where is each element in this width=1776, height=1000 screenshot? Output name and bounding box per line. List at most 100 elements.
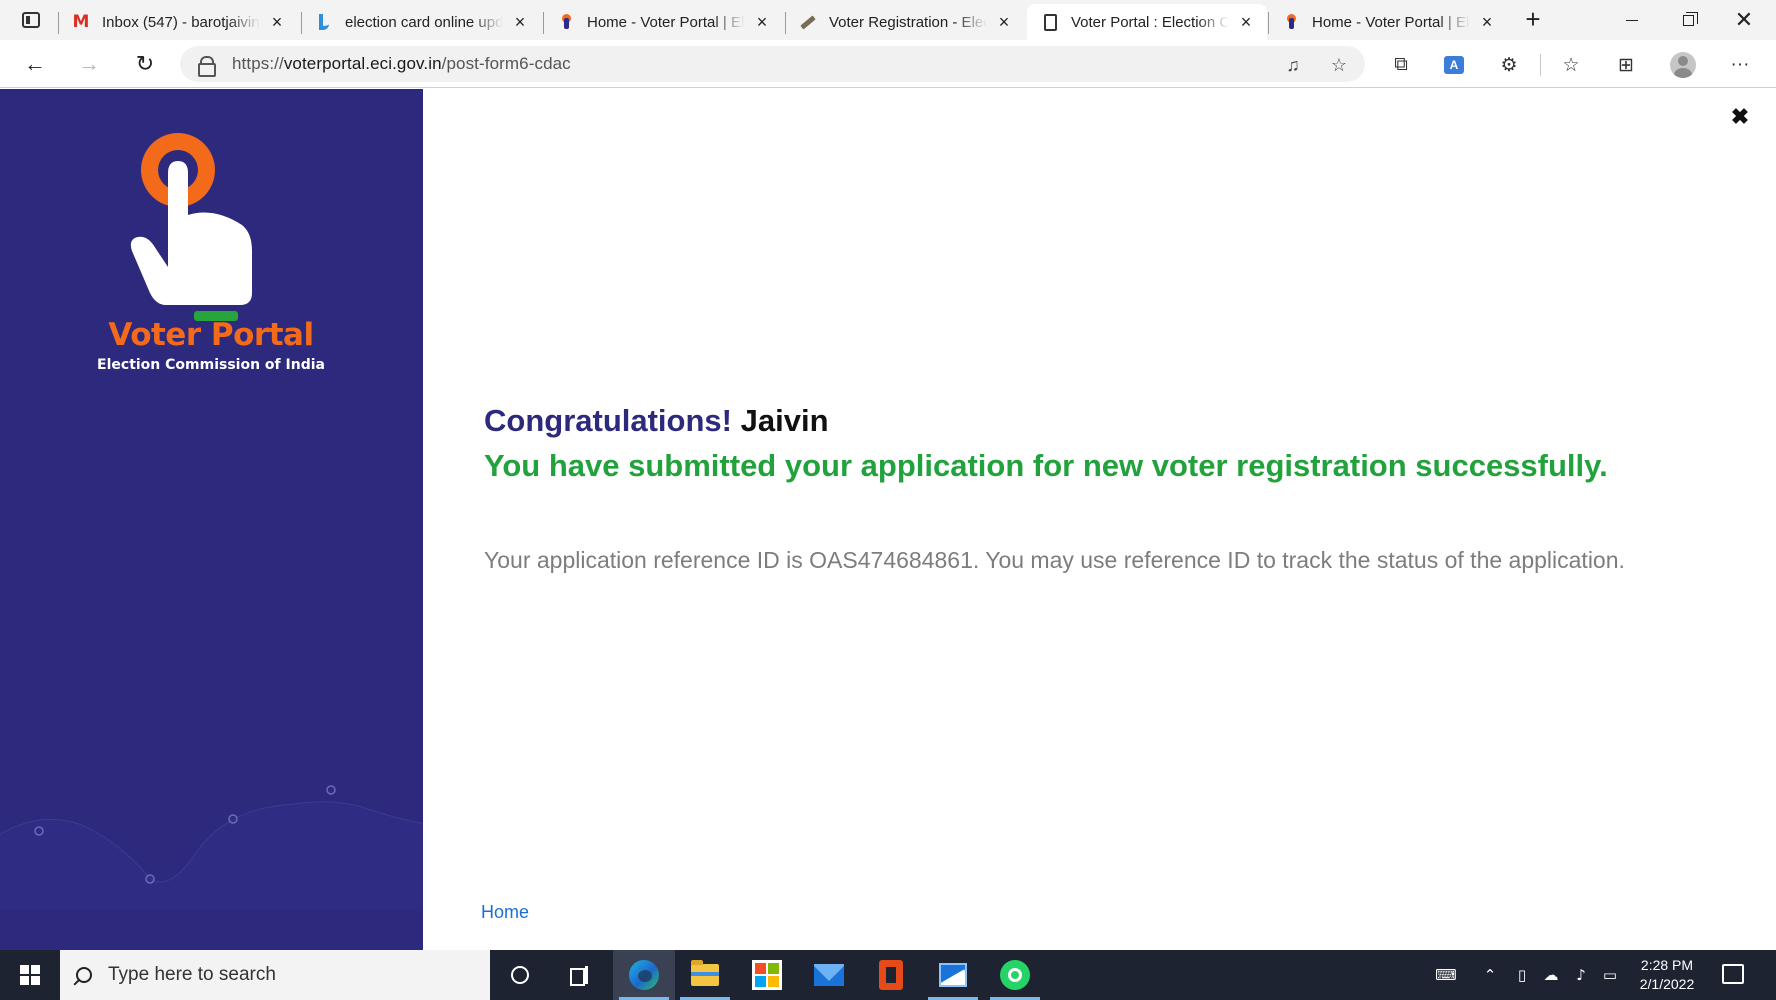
user-name: Jaivin bbox=[740, 403, 829, 438]
cortana-button[interactable] bbox=[489, 950, 551, 1000]
task-view-button[interactable] bbox=[549, 950, 611, 1000]
portal-brand-subtitle: Election Commission of India bbox=[97, 357, 325, 373]
voter-portal-logo[interactable]: Voter Portal Election Commission of Indi… bbox=[96, 133, 326, 389]
tray-device-icon[interactable]: ▯ bbox=[1508, 950, 1536, 1000]
close-icon[interactable]: ✖ bbox=[1730, 106, 1750, 128]
taskbar-app-whatsapp[interactable] bbox=[984, 950, 1046, 1000]
microsoft-store-icon bbox=[752, 960, 782, 990]
taskbar-app-store[interactable] bbox=[736, 950, 798, 1000]
refresh-button[interactable]: ↻ bbox=[128, 48, 162, 80]
forward-button[interactable]: → bbox=[72, 48, 106, 80]
task-view-icon bbox=[570, 966, 590, 986]
show-hidden-icons-button[interactable]: ⌃ bbox=[1476, 950, 1504, 1000]
browser-tab[interactable]: Home - Voter Portal | Ele × bbox=[543, 4, 783, 40]
tab-title: Voter Portal : Election Co bbox=[1071, 13, 1229, 31]
restore-button[interactable] bbox=[1660, 0, 1716, 40]
taskbar-app-edge[interactable] bbox=[613, 950, 675, 1000]
taskbar-search-box[interactable]: Type here to search bbox=[60, 950, 490, 1000]
close-tab-icon[interactable]: × bbox=[1237, 13, 1255, 31]
keyboard-tray-button[interactable]: ⌨ bbox=[1426, 950, 1466, 1000]
voter-portal-icon bbox=[1282, 13, 1300, 31]
tab-divider bbox=[301, 12, 302, 34]
taskbar-app-photos[interactable] bbox=[922, 950, 984, 1000]
collections-icon[interactable]: ⊞ bbox=[1613, 52, 1639, 78]
translator-extension-icon: A bbox=[1444, 56, 1464, 74]
wave-dot bbox=[326, 785, 336, 795]
taskbar-app-file-explorer[interactable] bbox=[674, 950, 736, 1000]
avatar bbox=[1670, 52, 1696, 78]
close-tab-icon[interactable]: × bbox=[511, 13, 529, 31]
usb-icon: ▯ bbox=[1517, 966, 1527, 984]
close-tab-icon[interactable]: × bbox=[268, 13, 286, 31]
browser-tab[interactable]: Home - Voter Portal | Ele × bbox=[1268, 4, 1508, 40]
close-tab-icon[interactable]: × bbox=[1478, 13, 1496, 31]
taskbar-app-office[interactable] bbox=[860, 950, 922, 1000]
address-bar[interactable]: https://voterportal.eci.gov.in/post-form… bbox=[180, 46, 1365, 82]
notification-center-icon[interactable] bbox=[1722, 964, 1744, 984]
new-tab-button[interactable]: + bbox=[1518, 6, 1548, 34]
taskbar-clock[interactable]: 2:28 PM 2/1/2022 bbox=[1624, 956, 1710, 994]
taskbar-app-mail[interactable] bbox=[798, 950, 860, 1000]
decorative-wave bbox=[0, 785, 423, 909]
browser-tab-active[interactable]: Voter Portal : Election Co × bbox=[1027, 4, 1267, 40]
photos-icon bbox=[939, 963, 967, 987]
portal-sidebar: Voter Portal Election Commission of Indi… bbox=[0, 89, 423, 950]
congratulations-label: Congratulations! bbox=[484, 403, 732, 438]
clock-date: 2/1/2022 bbox=[1639, 976, 1695, 992]
congratulations-heading: Congratulations! Jaivin bbox=[484, 403, 829, 439]
back-button[interactable]: ← bbox=[18, 48, 52, 80]
office-icon bbox=[879, 960, 903, 990]
windows-logo-icon bbox=[20, 965, 40, 985]
toolbar-divider bbox=[1540, 54, 1541, 76]
url-text[interactable]: https://voterportal.eci.gov.in/post-form… bbox=[232, 54, 571, 74]
favorites-icon[interactable]: ☆ bbox=[1558, 52, 1584, 78]
network-button[interactable]: ▭ bbox=[1596, 950, 1624, 1000]
tab-title: election card online upd bbox=[345, 13, 503, 31]
bing-icon bbox=[315, 13, 333, 31]
chevron-up-icon: ⌃ bbox=[1483, 966, 1497, 984]
read-aloud-icon[interactable]: ♫ bbox=[1282, 54, 1304, 76]
browser-tab[interactable]: M Inbox (547) - barotjaivin × bbox=[58, 4, 298, 40]
edge-browser-icon bbox=[629, 960, 659, 990]
tab-title: Inbox (547) - barotjaivin bbox=[102, 13, 260, 31]
finger-press-icon bbox=[130, 133, 252, 321]
url-host: voterportal.eci.gov.in bbox=[283, 54, 442, 73]
add-favorite-icon[interactable]: ☆ bbox=[1328, 54, 1350, 76]
reference-id-message: Your application reference ID is OAS4746… bbox=[484, 547, 1625, 573]
settings-more-button[interactable]: ··· bbox=[1727, 52, 1753, 78]
app-available-icon[interactable]: ⧉ bbox=[1388, 52, 1414, 78]
start-button[interactable] bbox=[0, 950, 60, 1000]
minimize-icon bbox=[1626, 19, 1638, 21]
extensions-icon[interactable]: ⚙ bbox=[1496, 52, 1522, 78]
volume-button[interactable]: ♪ bbox=[1566, 950, 1596, 1000]
close-tab-icon[interactable]: × bbox=[995, 13, 1013, 31]
success-message: You have submitted your application for … bbox=[484, 448, 1608, 483]
close-window-button[interactable]: ✕ bbox=[1716, 0, 1772, 40]
confirmation-panel: ✖ Congratulations! Jaivin You have submi… bbox=[423, 89, 1776, 950]
extension-a-icon[interactable]: A bbox=[1441, 52, 1467, 78]
lock-icon[interactable] bbox=[198, 56, 216, 77]
search-icon bbox=[76, 967, 92, 983]
tab-title: Home - Voter Portal | Ele bbox=[587, 13, 745, 31]
onedrive-button[interactable]: ☁ bbox=[1536, 950, 1566, 1000]
pencil-icon bbox=[799, 13, 817, 31]
network-icon: ▭ bbox=[1602, 966, 1618, 984]
profile-button[interactable] bbox=[1670, 52, 1696, 78]
mail-icon bbox=[814, 964, 844, 986]
browser-tab[interactable]: election card online upd × bbox=[301, 4, 541, 40]
home-link[interactable]: Home bbox=[481, 902, 529, 923]
url-scheme: https:// bbox=[232, 54, 284, 73]
tab-actions-menu-button[interactable] bbox=[14, 8, 48, 32]
tab-divider bbox=[1268, 12, 1269, 34]
browser-tab[interactable]: Voter Registration - Elec × bbox=[785, 4, 1025, 40]
portal-brand-title: Voter Portal bbox=[96, 317, 326, 353]
more-icon: ··· bbox=[1730, 54, 1750, 75]
close-tab-icon[interactable]: × bbox=[753, 13, 771, 31]
minimize-button[interactable] bbox=[1604, 0, 1660, 40]
tab-divider bbox=[785, 12, 786, 34]
page-icon bbox=[1041, 13, 1059, 31]
tab-title: Home - Voter Portal | Ele bbox=[1312, 13, 1470, 31]
brand-rest: oter Portal bbox=[130, 317, 314, 353]
tab-actions-icon bbox=[22, 12, 40, 28]
clock-time: 2:28 PM bbox=[1640, 957, 1694, 973]
